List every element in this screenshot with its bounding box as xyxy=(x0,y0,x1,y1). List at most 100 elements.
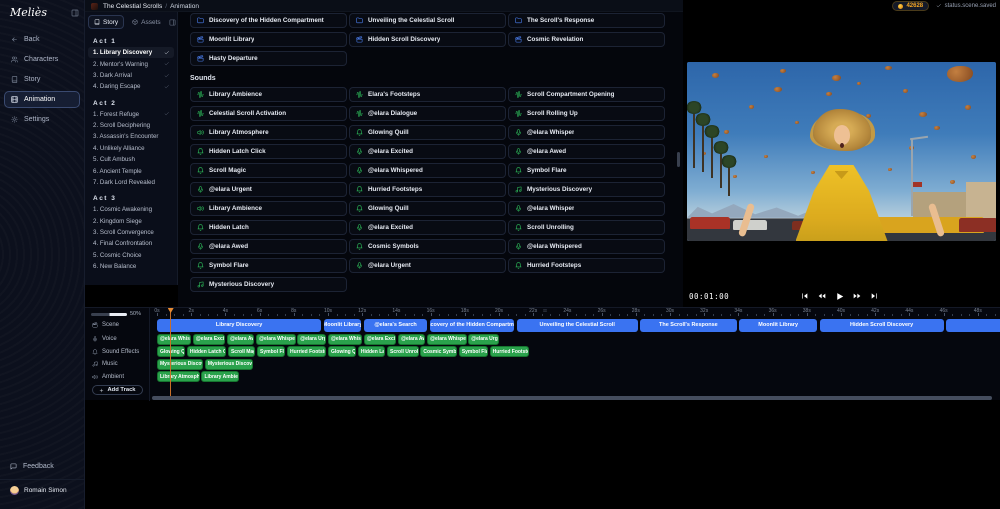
scene-segment[interactable]: @elara's Search xyxy=(363,318,428,332)
sound-card[interactable]: Library Ambience xyxy=(190,201,347,216)
sound-card[interactable]: @elara Excited xyxy=(349,144,506,159)
scene-segment[interactable] xyxy=(946,318,1000,332)
timeline-clip[interactable]: @elara Awed xyxy=(398,333,426,345)
scene-list-item[interactable]: 3. Dark Arrival xyxy=(85,70,177,81)
timeline-clip[interactable]: Library Atmosphere xyxy=(157,371,200,382)
sidebar-item-settings[interactable]: Settings xyxy=(0,111,84,128)
shot-card[interactable]: Unveiling the Celestial Scroll xyxy=(349,13,506,28)
sound-card[interactable]: @elara Whisper xyxy=(508,201,665,216)
timeline-clip[interactable]: Hidden Latch Click xyxy=(186,346,227,357)
sound-card[interactable]: Hurried Footsteps xyxy=(508,258,665,273)
timeline-clip[interactable]: @elara Urgent xyxy=(297,333,327,345)
scene-list-item[interactable]: 4. Final Confrontation xyxy=(85,238,177,249)
scene-list-item[interactable]: 1. Library Discovery xyxy=(88,47,174,59)
feedback-button[interactable]: Feedback xyxy=(0,458,84,475)
timeline-clip[interactable]: @elara Excited xyxy=(192,333,226,345)
shot-card[interactable]: Hasty Departure xyxy=(190,51,347,66)
sound-card[interactable]: Glowing Quill xyxy=(349,201,506,216)
sidebar-item-story[interactable]: Story xyxy=(0,71,84,88)
sound-card[interactable]: Cosmic Symbols xyxy=(349,239,506,254)
timeline-ruler[interactable]: 0s 2s 4s 6s 8s 10s 12s 14s 16s 18s 20s 22s 24s 26s 28s… xyxy=(150,308,1000,317)
scene-segment[interactable]: The Scroll's Response xyxy=(640,318,737,332)
scene-list-item[interactable]: 1. Cosmic Awakening xyxy=(85,204,177,215)
sound-card[interactable]: Celestial Scroll Activation xyxy=(190,106,347,121)
sound-card[interactable]: @elara Urgent xyxy=(190,182,347,197)
scene-list-item[interactable]: 5. Cosmic Choice xyxy=(85,250,177,261)
sidebar-item-characters[interactable]: Characters xyxy=(0,51,84,68)
play-button[interactable] xyxy=(835,292,844,301)
sound-card[interactable]: Scroll Compartment Opening xyxy=(508,87,665,102)
shot-card[interactable]: Discovery of the Hidden Compartment xyxy=(190,13,347,28)
scene-segment[interactable]: Library Discovery xyxy=(157,318,322,332)
timeline-zoom-slider[interactable] xyxy=(91,312,127,316)
timeline-tracks-area[interactable]: 0s 2s 4s 6s 8s 10s 12s 14s 16s 18s 20s 22s 24s 26s 28s… xyxy=(150,308,1000,401)
shot-card[interactable]: The Scroll's Response xyxy=(508,13,665,28)
tab-assets[interactable]: Assets xyxy=(126,15,167,29)
sound-card[interactable]: Library Atmosphere xyxy=(190,125,347,140)
scene-segment[interactable]: Discovery of the Hidden Compartment xyxy=(429,318,515,332)
scene-segment[interactable]: Hidden Scroll Discovery xyxy=(819,318,944,332)
playhead[interactable] xyxy=(169,308,172,396)
timeline-clip[interactable]: Hidden Latch xyxy=(357,346,386,357)
scene-segment[interactable]: Unveiling the Celestial Scroll xyxy=(516,318,638,332)
scene-list-item[interactable]: 3. Assassin's Encounter xyxy=(85,131,177,142)
credits-badge[interactable]: 42628 xyxy=(892,1,930,11)
sound-card[interactable]: @elara Whisper xyxy=(508,125,665,140)
timeline-clip[interactable]: Library Ambience xyxy=(201,371,240,382)
fast-forward-button[interactable] xyxy=(853,292,861,300)
timeline-clip[interactable]: Symbol Flare xyxy=(257,346,286,357)
scene-list-item[interactable]: 6. New Balance xyxy=(85,261,177,272)
panel-toggle-button[interactable] xyxy=(169,19,176,26)
tab-story[interactable]: Story xyxy=(88,15,125,29)
timeline-clip[interactable]: Cosmic Symbols xyxy=(420,346,458,357)
timeline-clip[interactable]: @elara Whispered xyxy=(256,333,296,345)
timeline-clip[interactable]: @elara Urgent xyxy=(468,333,499,345)
skip-start-button[interactable] xyxy=(801,292,809,300)
scene-list-item[interactable]: 2. Scroll Deciphering xyxy=(85,120,177,131)
sound-card[interactable]: Mysterious Discovery xyxy=(190,277,347,292)
scene-list-item[interactable]: 5. Cult Ambush xyxy=(85,154,177,165)
timeline-clip[interactable]: Scroll Unrolling xyxy=(386,346,419,357)
scene-list-item[interactable]: 6. Ancient Temple xyxy=(85,165,177,176)
sidebar-item-animation[interactable]: Animation xyxy=(4,91,80,108)
sound-card[interactable]: @elara Awed xyxy=(508,144,665,159)
sound-card[interactable]: @elara Awed xyxy=(190,239,347,254)
scene-list-item[interactable]: 4. Daring Escape xyxy=(85,81,177,92)
sound-card[interactable]: Symbol Flare xyxy=(508,163,665,178)
shot-card[interactable]: Hidden Scroll Discovery xyxy=(349,32,506,47)
timeline-clip[interactable]: Mysterious Discovery xyxy=(157,358,204,370)
scene-list-item[interactable]: 7. Dark Lord Revealed xyxy=(85,177,177,188)
timeline-clip[interactable]: Symbol Flare xyxy=(458,346,488,357)
sound-card[interactable]: Scroll Magic xyxy=(190,163,347,178)
sidebar-collapse-button[interactable] xyxy=(71,9,79,17)
timeline-horizontal-scrollbar[interactable] xyxy=(152,396,992,400)
scene-list-item[interactable]: 3. Scroll Convergence xyxy=(85,227,177,238)
timeline-clip[interactable]: Hurried Footsteps xyxy=(286,346,327,357)
scene-list-item[interactable]: 1. Forest Refuge xyxy=(85,109,177,120)
sidebar-item-back[interactable]: Back xyxy=(0,31,84,48)
sound-card[interactable]: Symbol Flare xyxy=(190,258,347,273)
sound-card[interactable]: @elara Excited xyxy=(349,220,506,235)
shot-card[interactable]: Cosmic Revelation xyxy=(508,32,665,47)
sound-card[interactable]: Hidden Latch xyxy=(190,220,347,235)
user-menu[interactable]: Romain Simon xyxy=(0,479,84,501)
timeline-clip[interactable]: Mysterious Discovery xyxy=(204,358,253,370)
timeline-clip[interactable]: @elara Excited xyxy=(363,333,397,345)
sound-card[interactable]: Hurried Footsteps xyxy=(349,182,506,197)
skip-end-button[interactable] xyxy=(870,292,878,300)
sound-card[interactable]: Mysterious Discovery xyxy=(508,182,665,197)
timeline-clip[interactable]: Scroll Magic xyxy=(227,346,256,357)
sound-card[interactable]: @elara Dialogue xyxy=(349,106,506,121)
timeline-clip[interactable]: @elara Awed xyxy=(227,333,255,345)
timeline-clip[interactable]: @elara Whisper xyxy=(328,333,363,345)
sound-card[interactable]: Scroll Unrolling xyxy=(508,220,665,235)
sound-card[interactable]: Scroll Rolling Up xyxy=(508,106,665,121)
sound-card[interactable]: Library Ambience xyxy=(190,87,347,102)
timeline-clip[interactable]: @elara Whisper xyxy=(157,333,192,345)
sound-card[interactable]: Elara's Footsteps xyxy=(349,87,506,102)
shot-card[interactable]: Moonlit Library xyxy=(190,32,347,47)
scene-list-item[interactable]: 2. Mentor's Warning xyxy=(85,58,177,69)
scene-segment[interactable]: Moonlit Library xyxy=(323,318,362,332)
sound-card[interactable]: @elara Urgent xyxy=(349,258,506,273)
sound-card[interactable]: @elara Whispered xyxy=(349,163,506,178)
